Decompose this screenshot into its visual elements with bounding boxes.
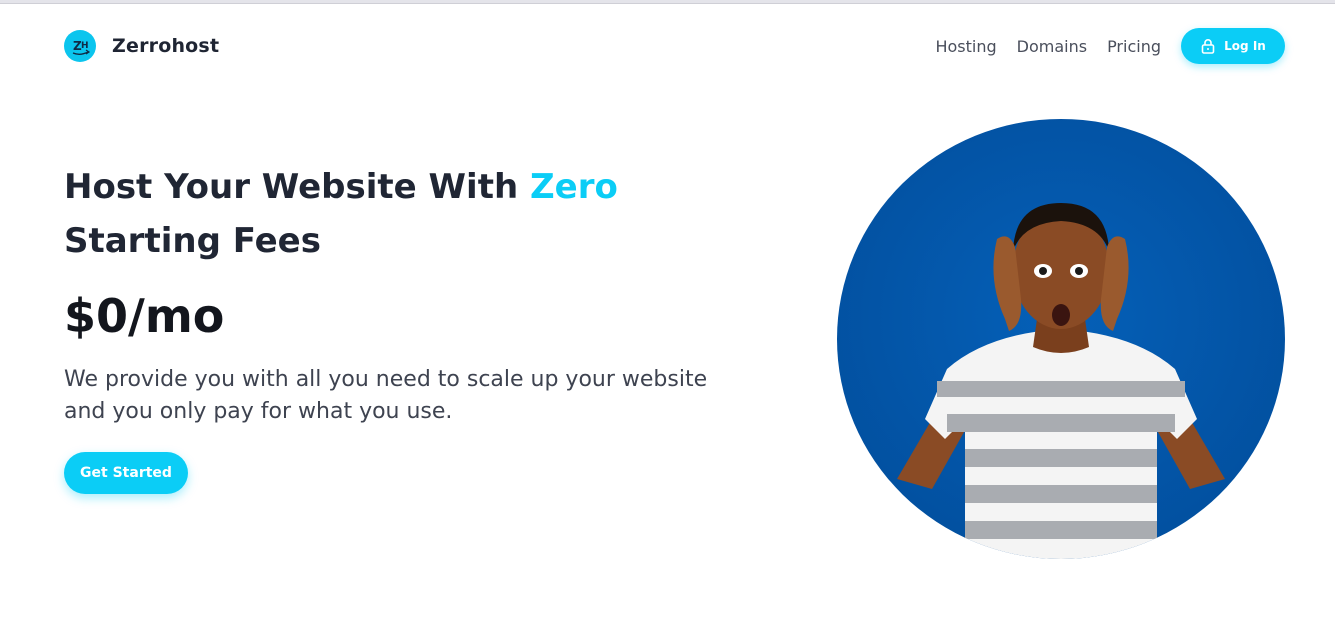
login-button-label: Log In [1224,39,1266,53]
hero-title-accent: Zero [530,167,618,207]
brand-name: Zerrohost [112,35,220,57]
hero-title-part1: Host Your Website With [64,167,530,207]
price-display: $0/mo [64,289,225,343]
get-started-button[interactable]: Get Started [64,452,188,494]
hero-photo [837,119,1285,559]
nav-link-pricing[interactable]: Pricing [1107,37,1161,56]
nav-link-domains[interactable]: Domains [1017,37,1087,56]
logo-text-h: H [81,41,89,51]
hero-description: We provide you with all you need to scal… [64,367,708,424]
hero-title-part2: Starting Fees [64,221,321,261]
site-header: Z H Zerrohost Hosting Domains Pricing Lo… [0,4,1335,88]
nav-link-hosting[interactable]: Hosting [935,37,996,56]
lock-icon [1200,38,1216,54]
main-nav: Hosting Domains Pricing Log In [935,28,1285,64]
login-button[interactable]: Log In [1181,28,1285,64]
brand-link[interactable]: Z H Zerrohost [64,30,219,62]
hero-title: Host Your Website With Zero Starting Fee… [64,160,704,268]
surprised-person-illustration [837,119,1285,559]
zh-logo-icon: Z H [64,30,96,62]
get-started-label: Get Started [80,465,172,481]
